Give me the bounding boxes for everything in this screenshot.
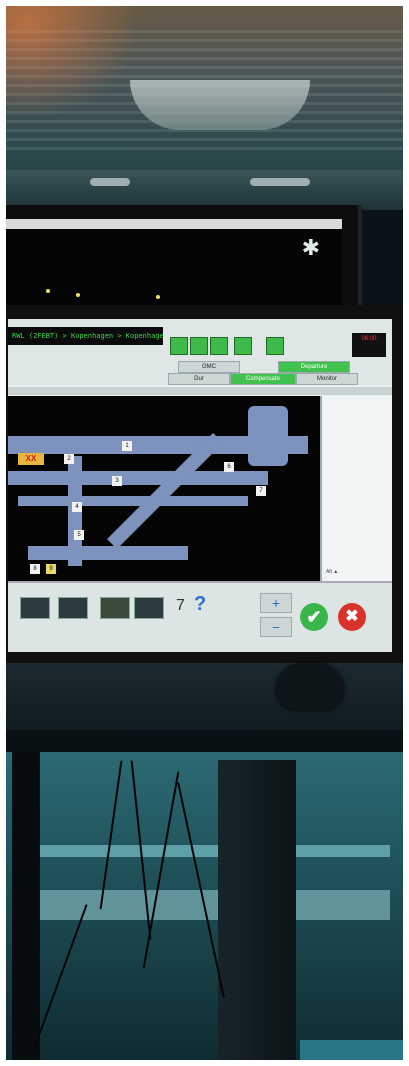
mode-departure[interactable]: Departure bbox=[278, 361, 350, 373]
desk-post bbox=[218, 760, 296, 1066]
window-rail bbox=[40, 845, 390, 857]
main-monitor: RWL (2FEBT) > Kopenhagen > Kopenhagen GM… bbox=[0, 305, 404, 663]
minus-button[interactable]: − bbox=[260, 617, 292, 637]
side-label: Alt ▲ bbox=[326, 569, 339, 575]
ok-button[interactable]: ✔ bbox=[300, 603, 328, 631]
top-panel: RWL (2FEBT) > Kopenhagen > Kopenhagen GM… bbox=[8, 319, 392, 385]
mode-monitor[interactable]: Monitor bbox=[296, 373, 358, 385]
stand[interactable]: 9 bbox=[46, 564, 56, 574]
tool-button[interactable] bbox=[134, 597, 164, 619]
stand[interactable]: 5 bbox=[74, 530, 84, 540]
floor-light bbox=[300, 1040, 409, 1066]
plus-button[interactable]: + bbox=[260, 593, 292, 613]
apron bbox=[0, 170, 409, 210]
stadium-roof bbox=[130, 80, 310, 130]
photo: ✱ RWL (2FEBT) > Kopenhagen > Kopenhagen … bbox=[0, 0, 409, 1066]
green-button[interactable] bbox=[234, 337, 252, 355]
map-title-bar bbox=[8, 387, 392, 395]
status-text: RWL (2FEBT) > Kopenhagen > Kopenhagen bbox=[8, 327, 163, 345]
tool-button[interactable] bbox=[100, 597, 130, 619]
monitor-screen: RWL (2FEBT) > Kopenhagen > Kopenhagen GM… bbox=[8, 319, 392, 652]
logo-icon: ✱ bbox=[301, 235, 320, 260]
desk-edge bbox=[0, 730, 409, 752]
computer-mouse bbox=[276, 664, 344, 710]
window-titlebar bbox=[6, 219, 342, 229]
side-panel: Alt ▲ bbox=[320, 396, 392, 581]
mode-dur[interactable]: Dur bbox=[168, 373, 230, 385]
stand[interactable]: 3 bbox=[112, 476, 122, 486]
taxiway bbox=[8, 471, 268, 485]
tool-button[interactable] bbox=[20, 597, 50, 619]
back-monitor: ✱ bbox=[0, 205, 362, 305]
stand[interactable]: 7 bbox=[256, 486, 266, 496]
taxiway bbox=[18, 496, 248, 506]
window-rail bbox=[40, 890, 390, 920]
stand[interactable]: 8 bbox=[30, 564, 40, 574]
green-button[interactable] bbox=[170, 337, 188, 355]
alert-marker[interactable]: XX bbox=[18, 453, 44, 465]
aircraft bbox=[90, 178, 130, 186]
stand[interactable]: 4 bbox=[72, 502, 82, 512]
stand[interactable]: 6 bbox=[224, 462, 234, 472]
indicator-dot bbox=[46, 289, 50, 293]
stand[interactable]: 1 bbox=[122, 441, 132, 451]
desk-leg bbox=[12, 752, 40, 1066]
cancel-button[interactable]: ✖ bbox=[338, 603, 366, 631]
apron-area bbox=[248, 406, 288, 466]
aircraft bbox=[250, 178, 310, 186]
seven-icon[interactable]: 7 bbox=[176, 597, 185, 615]
taxiway bbox=[28, 546, 188, 560]
indicator-dot bbox=[156, 295, 160, 299]
light-glare bbox=[0, 0, 140, 120]
stand[interactable]: 2 bbox=[64, 454, 74, 464]
back-monitor-screen: ✱ bbox=[6, 219, 342, 305]
green-button[interactable] bbox=[266, 337, 284, 355]
clock-display: 06:00 bbox=[352, 333, 386, 357]
green-button[interactable] bbox=[210, 337, 228, 355]
mode-row: GMC Departure Dur Compensate Monitor bbox=[168, 361, 388, 385]
mode-compensate[interactable]: Compensate bbox=[230, 373, 296, 385]
tool-button[interactable] bbox=[58, 597, 88, 619]
airport-map[interactable]: XX 1 2 3 4 5 6 7 8 9 bbox=[8, 396, 320, 581]
mode-gmc[interactable]: GMC bbox=[178, 361, 240, 373]
help-icon[interactable]: ? bbox=[194, 593, 206, 616]
bottom-toolbar: 7 ? + − ✔ ✖ bbox=[8, 581, 392, 652]
green-button[interactable] bbox=[190, 337, 208, 355]
indicator-dot bbox=[76, 293, 80, 297]
